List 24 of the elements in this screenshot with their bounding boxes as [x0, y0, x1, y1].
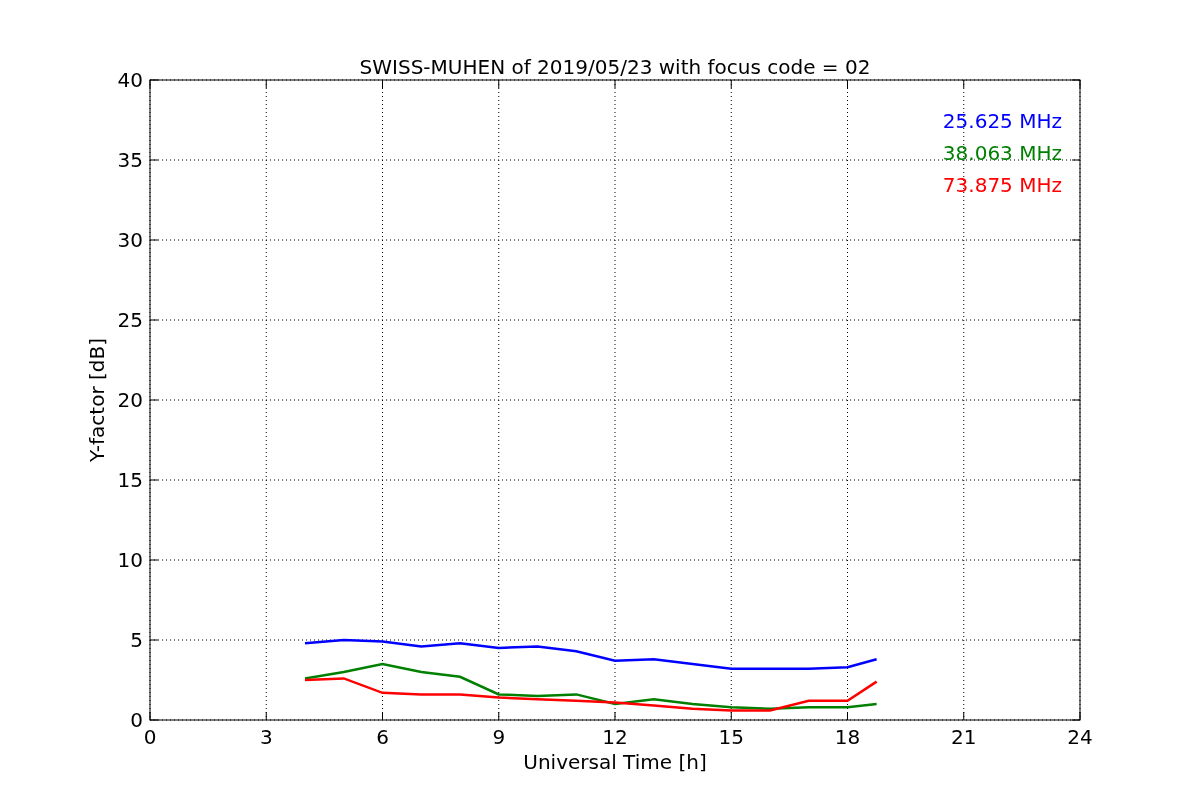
y-tick-label: 20 — [117, 388, 143, 412]
legend-label: 25.625 MHz — [942, 109, 1062, 133]
chart-title: SWISS-MUHEN of 2019/05/23 with focus code = 02 — [359, 55, 871, 79]
x-tick-label: 24 — [1067, 725, 1093, 749]
x-tick-label: 6 — [376, 725, 389, 749]
y-tick-label: 35 — [117, 148, 143, 172]
x-tick-label: 21 — [951, 725, 977, 749]
x-tick-label: 9 — [492, 725, 506, 749]
x-axis-label: Universal Time [h] — [523, 750, 707, 774]
x-tick-label: 18 — [834, 725, 861, 749]
y-axis-label: Y-factor [dB] — [85, 338, 109, 462]
y-tick-label: 0 — [130, 708, 143, 732]
y-tick-label: 25 — [117, 308, 143, 332]
y-tick-label: 30 — [117, 228, 143, 252]
x-tick-label: 0 — [143, 725, 157, 749]
y-tick-label: 5 — [130, 628, 143, 652]
y-tick-label: 40 — [117, 68, 143, 92]
legend-label: 73.875 MHz — [942, 173, 1062, 197]
legend-label: 38.063 MHz — [942, 141, 1062, 165]
y-tick-label: 15 — [117, 468, 143, 492]
x-tick-label: 15 — [718, 725, 744, 749]
x-tick-label: 12 — [602, 725, 628, 749]
y-tick-label: 10 — [117, 548, 143, 572]
x-tick-label: 3 — [259, 725, 273, 749]
